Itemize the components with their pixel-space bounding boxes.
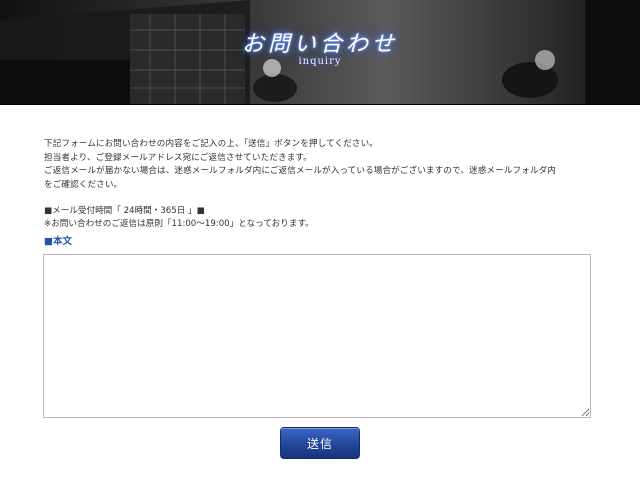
page-header-banner: お問い合わせ inquiry — [0, 0, 640, 105]
instruction-line: をご確認ください。 — [44, 179, 123, 190]
reception-hours-line: ■メール受付時間「 24時間・365日 」■ — [44, 206, 205, 216]
inquiry-form-section: 下記フォームにお問い合わせの内容をご記入の上、「送信」ボタンを押してください。 … — [43, 138, 596, 459]
page-subtitle: inquiry — [298, 56, 342, 67]
submit-area: 送信 — [44, 427, 596, 459]
instruction-line: 担当者より、ご登録メールアドレス宛にご返信させていただきます。 — [44, 152, 312, 163]
body-label: ■本文 — [44, 236, 72, 247]
message-body-textarea[interactable] — [43, 254, 591, 418]
submit-button[interactable]: 送信 — [280, 427, 360, 459]
instructions: 下記フォームにお問い合わせの内容をご記入の上、「送信」ボタンを押してください。 … — [44, 138, 596, 192]
page-title: お問い合わせ — [241, 32, 398, 57]
reception-hours: ■メール受付時間「 24時間・365日 」■ ※お問い合わせのご返信は原則「11… — [44, 205, 596, 230]
reply-hours-line: ※お問い合わせのご返信は原則「11:00〜19:00」となっております。 — [44, 218, 314, 229]
instruction-line: 下記フォームにお問い合わせの内容をご記入の上、「送信」ボタンを押してください。 — [44, 139, 378, 149]
instruction-line: ご返信メールが届かない場合は、迷惑メールフォルダ内にご返信メールが入っている場合… — [44, 166, 556, 176]
